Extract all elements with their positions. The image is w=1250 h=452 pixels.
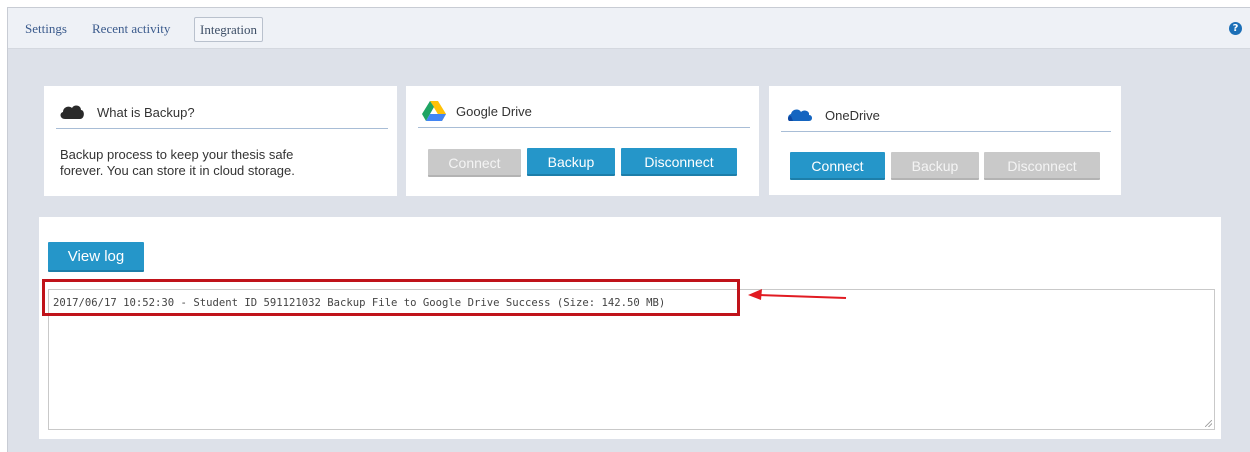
- tab-recent-activity[interactable]: Recent activity: [92, 17, 170, 42]
- google-drive-card: Google Drive Connect Backup Disconnect: [406, 86, 759, 196]
- backup-info-title: What is Backup?: [97, 104, 195, 120]
- backup-info-card: What is Backup? Backup process to keep y…: [44, 86, 397, 196]
- google-drive-header: Google Drive: [418, 95, 750, 128]
- tab-bar: Settings Recent activity Integration ?: [8, 8, 1250, 49]
- red-arrow-icon: [748, 289, 847, 300]
- backup-info-text: Backup process to keep your thesis safe …: [60, 147, 295, 179]
- google-drive-icon: [422, 101, 446, 121]
- onedrive-disconnect-button[interactable]: Disconnect: [984, 152, 1100, 180]
- integration-page: Settings Recent activity Integration ? W…: [7, 7, 1250, 452]
- onedrive-header: OneDrive: [781, 99, 1111, 132]
- google-drive-connect-button[interactable]: Connect: [428, 149, 521, 177]
- onedrive-icon: [787, 109, 812, 121]
- cloud-icon: [60, 105, 84, 119]
- google-drive-backup-button[interactable]: Backup: [527, 148, 615, 176]
- highlight-box: [42, 279, 740, 316]
- tab-settings[interactable]: Settings: [25, 17, 67, 42]
- log-panel: View log 2017/06/17 10:52:30 - Student I…: [39, 217, 1221, 439]
- help-icon[interactable]: ?: [1229, 22, 1242, 35]
- backup-info-header: What is Backup?: [56, 96, 388, 129]
- google-drive-title: Google Drive: [456, 103, 532, 119]
- google-drive-disconnect-button[interactable]: Disconnect: [621, 148, 737, 176]
- onedrive-card: OneDrive Connect Backup Disconnect: [769, 86, 1121, 195]
- onedrive-connect-button[interactable]: Connect: [790, 152, 885, 180]
- tab-integration[interactable]: Integration: [194, 17, 264, 42]
- onedrive-title: OneDrive: [825, 107, 880, 123]
- onedrive-backup-button[interactable]: Backup: [891, 152, 979, 180]
- backup-info-text-line2: forever. You can store it in cloud stora…: [60, 163, 295, 178]
- view-log-button[interactable]: View log: [48, 242, 144, 272]
- resize-handle[interactable]: [1205, 420, 1212, 427]
- backup-info-text-line1: Backup process to keep your thesis safe: [60, 147, 294, 162]
